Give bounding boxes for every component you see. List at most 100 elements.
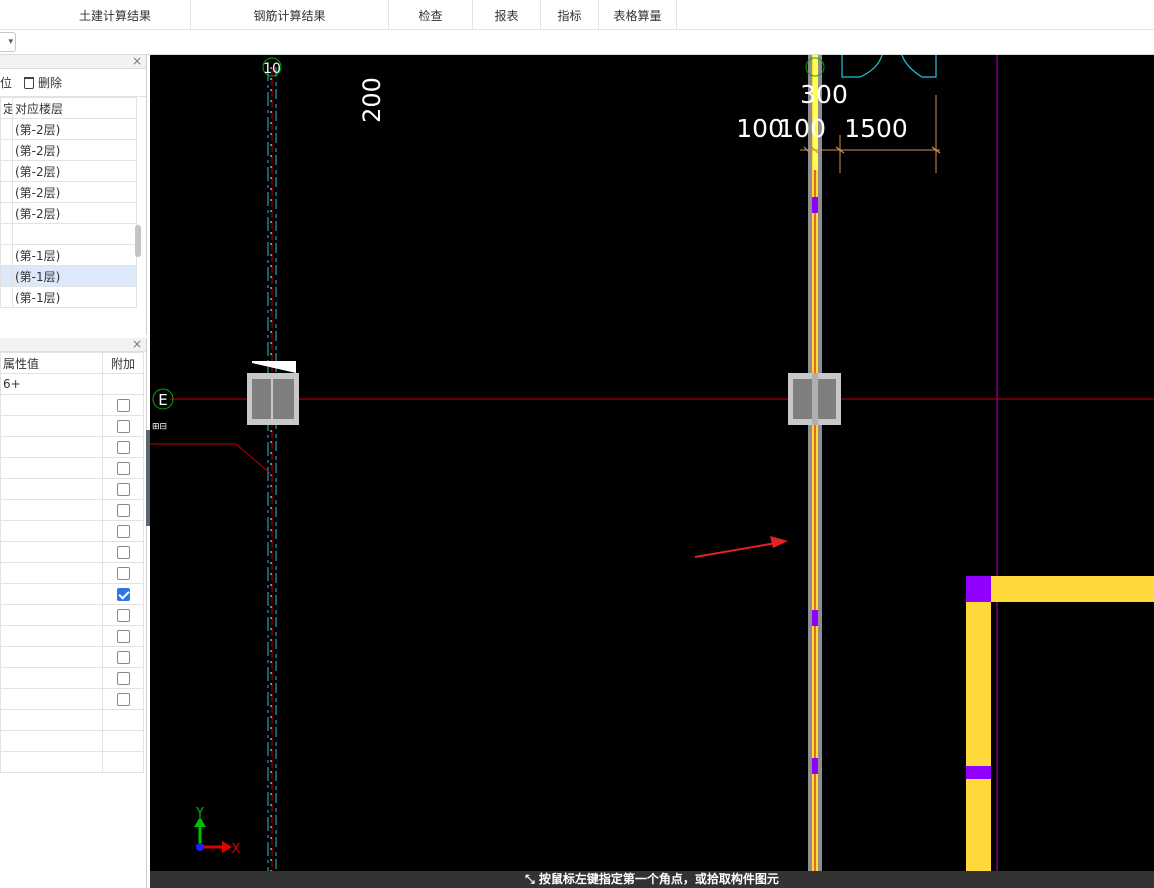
table-row: [0, 499, 144, 521]
tab-check[interactable]: 检查: [389, 0, 473, 30]
property-value[interactable]: [0, 541, 103, 563]
column-header: 定: [0, 97, 13, 119]
property-value[interactable]: [0, 751, 103, 773]
column-header: 属性值: [0, 352, 103, 374]
trash-icon[interactable]: [24, 77, 35, 89]
dimension-100-a: 100: [736, 114, 784, 143]
property-value[interactable]: [0, 457, 103, 479]
property-value[interactable]: 6+: [0, 373, 103, 395]
extra-checkbox[interactable]: [116, 420, 130, 433]
table-row[interactable]: (第-2层): [0, 202, 137, 224]
property-value[interactable]: [0, 499, 103, 521]
dimension-100-b: 100: [778, 114, 826, 143]
cad-canvas[interactable]: 10 10 200 E ⊞⊟: [150, 55, 1154, 888]
scrollbar-thumb[interactable]: [135, 225, 141, 257]
table-row: [0, 667, 144, 689]
property-value[interactable]: [0, 688, 103, 710]
table-row: [0, 457, 144, 479]
extra-checkbox[interactable]: [116, 651, 130, 664]
property-value[interactable]: [0, 583, 103, 605]
table-row[interactable]: (第-2层): [0, 139, 137, 161]
property-value[interactable]: [0, 646, 103, 668]
secondary-toolbar: ▾: [0, 30, 1154, 55]
properties-table: 属性值 附加 6+: [0, 352, 144, 773]
delete-button[interactable]: 删除: [38, 76, 62, 90]
column-right: [788, 373, 841, 425]
table-row: [0, 751, 144, 773]
row-cell: [0, 160, 13, 182]
property-extra: [102, 688, 144, 710]
table-row[interactable]: [0, 223, 137, 245]
extra-checkbox[interactable]: [116, 525, 130, 538]
grid-label-10: 10: [263, 61, 281, 77]
extra-checkbox[interactable]: [116, 504, 130, 517]
extra-checkbox[interactable]: [116, 483, 130, 496]
row-cell: [0, 286, 13, 308]
toolbar-dropdown[interactable]: ▾: [0, 32, 16, 52]
property-value[interactable]: [0, 604, 103, 626]
table-row: [0, 436, 144, 458]
property-extra: [102, 541, 144, 563]
property-extra: [102, 667, 144, 689]
property-value[interactable]: [0, 730, 103, 752]
property-value[interactable]: [0, 436, 103, 458]
locate-button[interactable]: 位: [0, 76, 12, 90]
tab-civil-results[interactable]: 土建计算结果: [40, 0, 191, 30]
door-swing: [841, 55, 937, 78]
table-row[interactable]: (第-2层): [0, 181, 137, 203]
floor-cell: (第-1层): [12, 286, 137, 308]
extra-checkbox[interactable]: [116, 399, 130, 412]
table-row: [0, 583, 144, 605]
table-row: [0, 709, 144, 731]
red-arrow-annotation: [694, 536, 788, 558]
row-cell: [0, 118, 13, 140]
command-prompt-icon: ⤡: [525, 872, 539, 886]
table-row[interactable]: (第-1层): [0, 265, 137, 287]
floor-cell: (第-2层): [12, 118, 137, 140]
row-cell: [0, 139, 13, 161]
small-label-glyph: ⊞⊟: [152, 422, 167, 432]
wall-axis-10: [267, 67, 277, 888]
extra-checkbox[interactable]: [116, 693, 130, 706]
extra-checkbox[interactable]: [116, 462, 130, 475]
property-value[interactable]: [0, 709, 103, 731]
panel-header: ×: [0, 54, 146, 69]
property-value[interactable]: [0, 415, 103, 437]
tab-table-quantity[interactable]: 表格算量: [599, 0, 677, 30]
extra-checkbox[interactable]: [116, 588, 130, 601]
table-row[interactable]: (第-2层): [0, 160, 137, 182]
floor-cell: (第-2层): [12, 160, 137, 182]
properties-panel: × 属性值 附加 6+: [0, 337, 147, 888]
tab-rebar-results[interactable]: 钢筋计算结果: [191, 0, 389, 30]
tab-report[interactable]: 报表: [473, 0, 541, 30]
extra-checkbox[interactable]: [116, 567, 130, 580]
close-icon[interactable]: ×: [132, 54, 142, 68]
property-value[interactable]: [0, 478, 103, 500]
property-extra: [102, 373, 144, 395]
floor-cell: (第-2层): [12, 139, 137, 161]
row-cell: [0, 202, 13, 224]
property-value[interactable]: [0, 520, 103, 542]
property-value[interactable]: [0, 625, 103, 647]
property-value[interactable]: [0, 394, 103, 416]
table-row[interactable]: (第-1层): [0, 286, 137, 308]
extra-checkbox[interactable]: [116, 630, 130, 643]
column-header: 附加: [102, 352, 144, 374]
property-extra: [102, 562, 144, 584]
leader-line: [150, 443, 273, 476]
property-value[interactable]: [0, 667, 103, 689]
command-prompt-text: 按鼠标左键指定第一个角点，或拾取构件图元: [538, 872, 779, 886]
extra-checkbox[interactable]: [116, 672, 130, 685]
extra-checkbox[interactable]: [116, 546, 130, 559]
ucs-x-label: X: [232, 842, 241, 857]
table-row: [0, 478, 144, 500]
table-row[interactable]: (第-2层): [0, 118, 137, 140]
close-icon[interactable]: ×: [132, 337, 142, 351]
floor-cell: (第-2层): [12, 181, 137, 203]
tab-index[interactable]: 指标: [541, 0, 599, 30]
extra-checkbox[interactable]: [116, 441, 130, 454]
table-row[interactable]: (第-1层): [0, 244, 137, 266]
panel-header: ×: [0, 337, 146, 352]
extra-checkbox[interactable]: [116, 609, 130, 622]
property-value[interactable]: [0, 562, 103, 584]
